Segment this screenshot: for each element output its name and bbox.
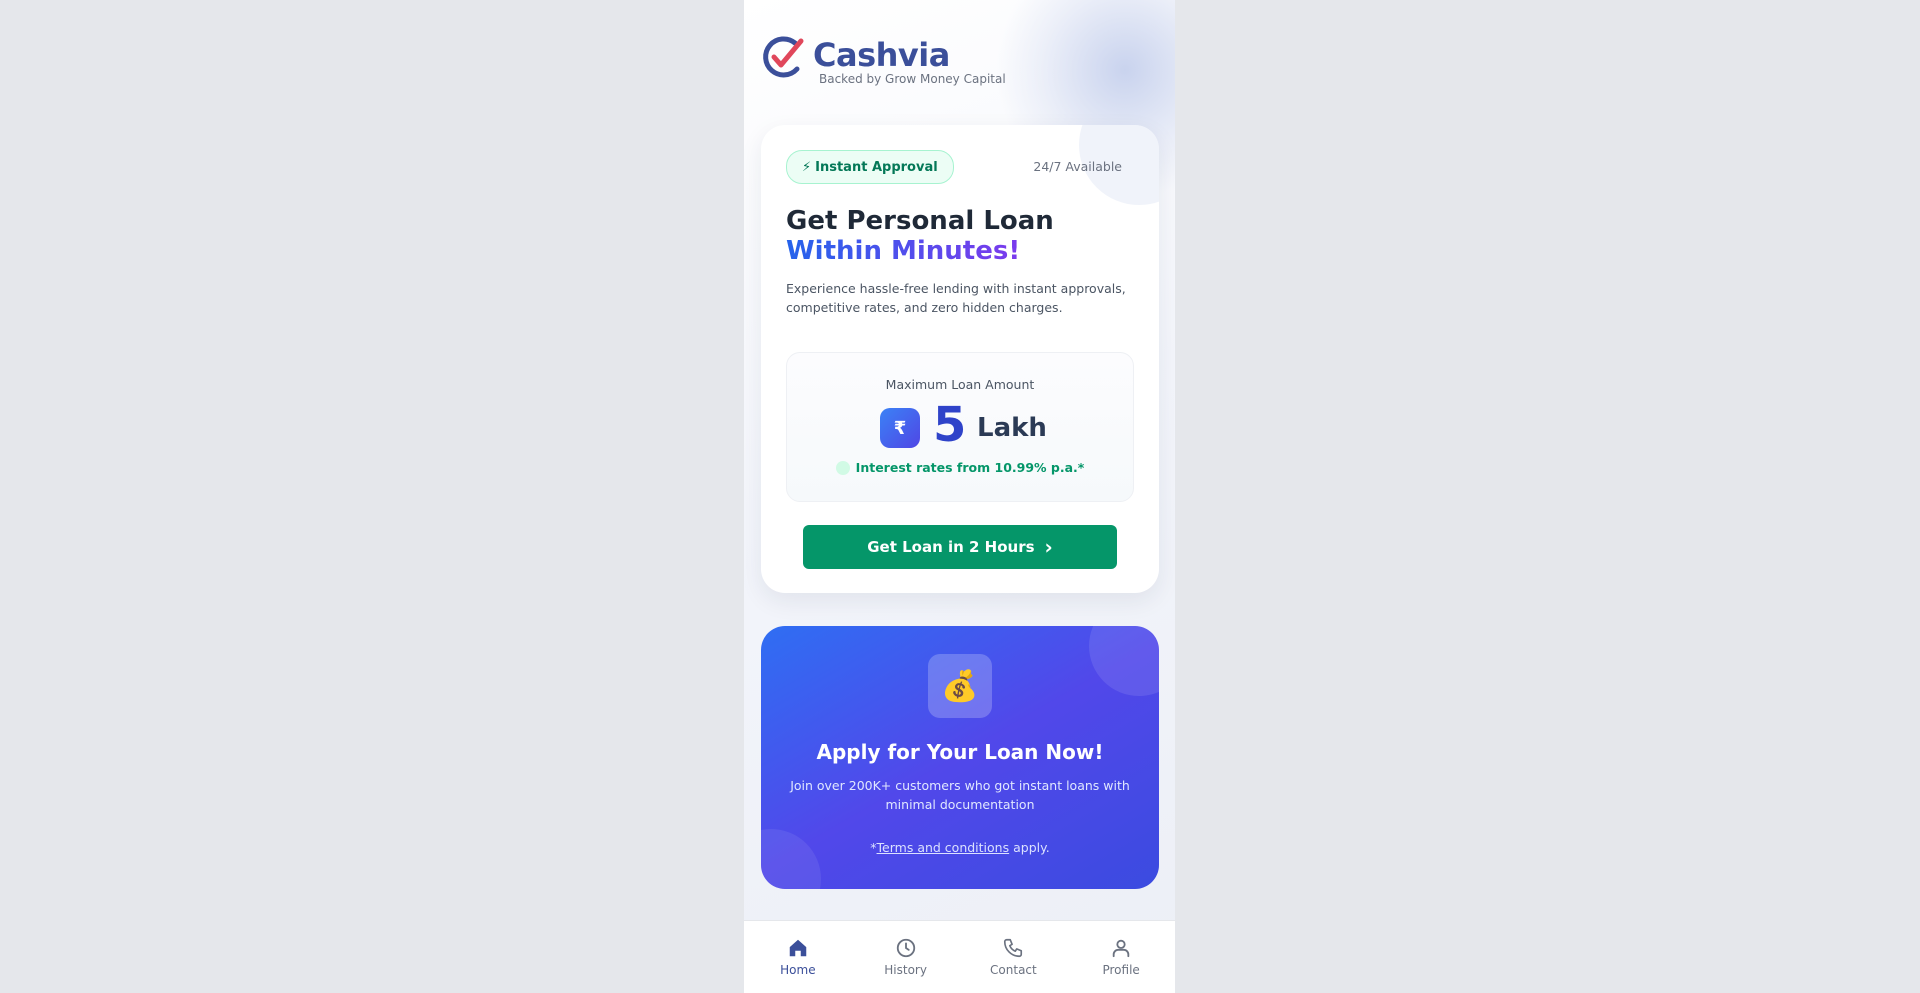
brand-logo-icon: [763, 36, 804, 78]
phone-icon: [1004, 938, 1023, 958]
rate-dot-icon: [835, 460, 850, 475]
get-loan-label: Get Loan in 2 Hours: [867, 538, 1035, 556]
decor-circle: [761, 829, 821, 889]
amount-value: 5: [933, 397, 967, 453]
amount-unit: Lakh: [977, 413, 1047, 443]
amount-label: Maximum Loan Amount: [885, 377, 1035, 392]
nav-label: Contact: [990, 963, 1037, 977]
chevron-right-icon: ›: [1044, 535, 1053, 559]
nav-label: Home: [780, 963, 816, 977]
hero-title: Get Personal Loan: [786, 206, 1054, 236]
nav-history[interactable]: History: [866, 937, 946, 977]
mobile-frame: Cashvia Backed by Grow Money Capital ⚡ I…: [744, 0, 1175, 993]
hero-description: Experience hassle-free lending with inst…: [786, 281, 1126, 315]
brand-name: Cashvia: [813, 36, 950, 74]
badge-label: Instant Approval: [815, 159, 938, 175]
nav-contact[interactable]: Contact: [973, 937, 1053, 977]
terms-note: *Terms and conditions apply.: [761, 840, 1159, 855]
lightning-icon: ⚡: [802, 159, 812, 175]
loan-amount-box: Maximum Loan Amount ₹ 5 Lakh Interest ra…: [786, 352, 1134, 502]
promo-title: Apply for Your Loan Now!: [816, 740, 1104, 764]
hero-title-highlight: Within Minutes!: [786, 236, 1021, 266]
bottom-nav: Home History Contact Profile: [744, 920, 1175, 993]
user-icon: [1112, 939, 1130, 958]
brand-header: Cashvia Backed by Grow Money Capital: [761, 33, 1121, 89]
terms-link[interactable]: Terms and conditions: [877, 840, 1010, 855]
nav-profile[interactable]: Profile: [1081, 937, 1161, 977]
apply-promo-card: 💰 Apply for Your Loan Now! Join over 200…: [761, 626, 1159, 889]
terms-suffix: apply.: [1009, 840, 1050, 855]
home-icon: [789, 939, 807, 957]
rate-text: Interest rates from 10.99% p.a.*: [855, 460, 1085, 475]
nav-label: Profile: [1102, 963, 1140, 977]
nav-label: History: [884, 963, 927, 977]
brand-tagline: Backed by Grow Money Capital: [819, 72, 1006, 86]
get-loan-button[interactable]: Get Loan in 2 Hours ›: [803, 525, 1117, 569]
money-bag-icon: 💰: [928, 654, 992, 718]
promo-description: Join over 200K+ customers who got instan…: [790, 778, 1130, 812]
hero-card: ⚡ Instant Approval 24/7 Available Get Pe…: [761, 125, 1159, 593]
nav-home[interactable]: Home: [758, 937, 838, 977]
rupee-icon: ₹: [880, 408, 920, 448]
interest-rate: Interest rates from 10.99% p.a.*: [787, 460, 1133, 475]
clock-icon: [896, 938, 915, 958]
instant-approval-badge: ⚡ Instant Approval: [786, 150, 954, 184]
availability-text: 24/7 Available: [1033, 159, 1122, 174]
decor-circle: [1089, 626, 1159, 696]
